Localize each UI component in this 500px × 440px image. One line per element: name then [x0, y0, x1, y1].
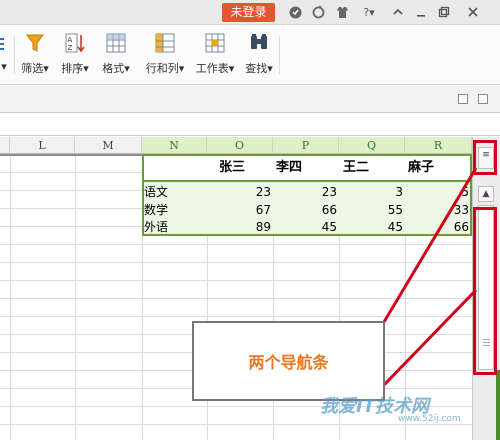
callout-text: 两个导航条: [248, 353, 329, 372]
watermark-url: www.52ij.com: [398, 414, 461, 424]
callout-box: 两个导航条: [192, 321, 385, 401]
spreadsheet-window: 未登录 ?▾ ▾ 筛选▾ A Z 排序▾ 格式▾ 行和列▾ 工作表▾ 查找▾ L…: [0, 0, 500, 440]
